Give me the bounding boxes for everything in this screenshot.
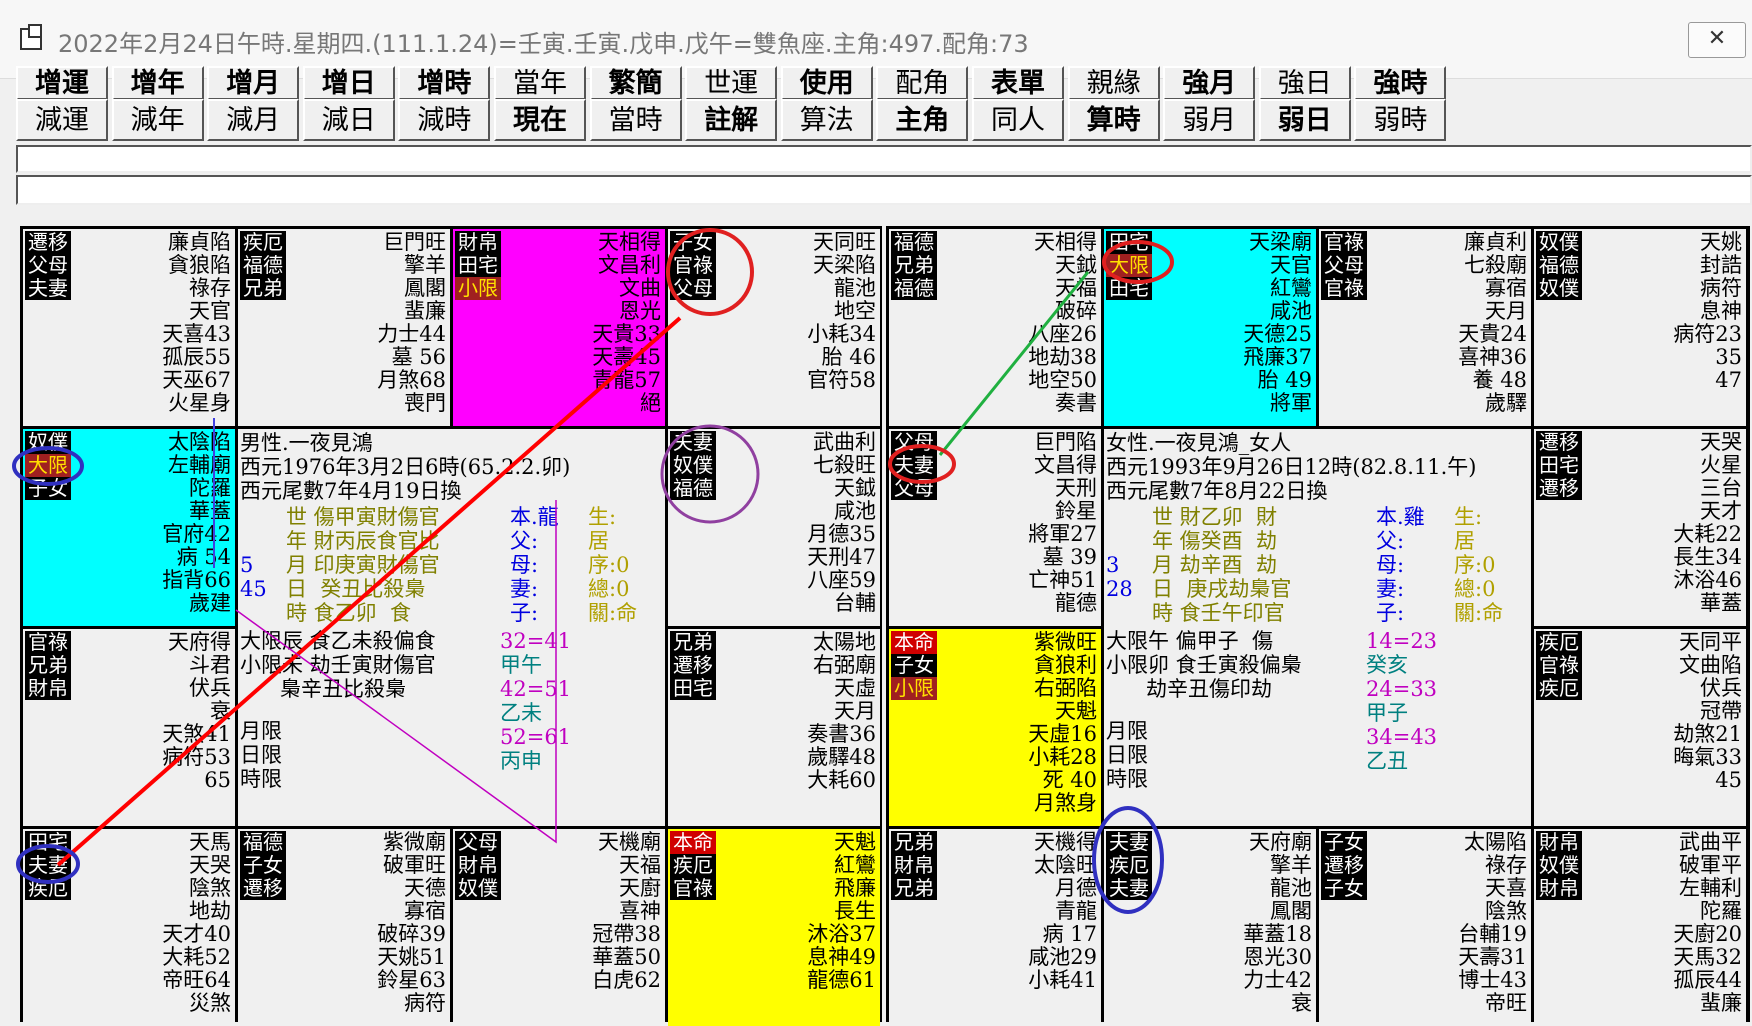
toolbar-button-row1-7[interactable]: 世運 [685,66,778,100]
magenta-triangle-line [235,500,557,844]
toolbar-button-row2-2[interactable]: 減月 [207,99,300,141]
toolbar-button-row2-3[interactable]: 減日 [302,99,395,141]
toolbar-button-row1-8[interactable]: 使用 [780,66,873,100]
blue-circle-left-bottom [16,844,80,884]
red-circle-right-top [1102,240,1174,284]
toolbar-button-row2-14[interactable]: 弱時 [1354,99,1447,141]
toolbar-button-row1-0[interactable]: 增運 [16,66,108,100]
toolbar-button-row1-9[interactable]: 配角 [876,66,969,100]
toolbar-button-row1-3[interactable]: 增日 [302,66,395,100]
green-annotation-line [938,271,1090,456]
red-annotation-line [56,316,682,867]
toolbar-button-row2-13[interactable]: 弱日 [1258,99,1351,141]
blue-circle-right-bottom [1092,806,1164,914]
toolbar-button-row1-11[interactable]: 親緣 [1067,66,1160,100]
toolbar-button-row2-11[interactable]: 算時 [1067,99,1160,141]
toolbar-button-row2-4[interactable]: 減時 [398,99,491,141]
toolbar-button-row1-4[interactable]: 增時 [398,66,491,100]
toolbar-button-row1-12[interactable]: 強月 [1163,66,1256,100]
toolbar-button-row2-1[interactable]: 減年 [111,99,204,141]
blue-circle-left-mid [12,446,84,486]
toolbar-button-row2-5[interactable]: 現在 [494,99,586,141]
toolbar-button-row1-6[interactable]: 繁簡 [589,66,682,100]
toolbar-button-row2-10[interactable]: 同人 [972,99,1064,141]
toolbar-button-row1-1[interactable]: 增年 [111,66,204,100]
toolbar-button-row2-9[interactable]: 主角 [876,99,969,141]
purple-circle [660,424,760,524]
toolbar-button-row1-14[interactable]: 強時 [1354,66,1447,100]
red-circle-left [666,228,754,316]
toolbar-button-row1-2[interactable]: 增月 [207,66,300,100]
toolbar-button-row2-8[interactable]: 算法 [780,99,873,141]
toolbar-button-row2-12[interactable]: 弱月 [1163,99,1256,141]
toolbar-button-row1-10[interactable]: 表單 [972,66,1064,100]
red-circle-right-mid [888,444,956,484]
toolbar-button-row2-0[interactable]: 減運 [16,99,108,141]
annotation-overlay [12,228,1174,914]
toolbar-button-row2-6[interactable]: 當時 [589,99,682,141]
toolbar-button-row2-7[interactable]: 註解 [685,99,778,141]
toolbar-button-row1-5[interactable]: 當年 [494,66,586,100]
toolbar-button-row1-13[interactable]: 強日 [1258,66,1351,100]
